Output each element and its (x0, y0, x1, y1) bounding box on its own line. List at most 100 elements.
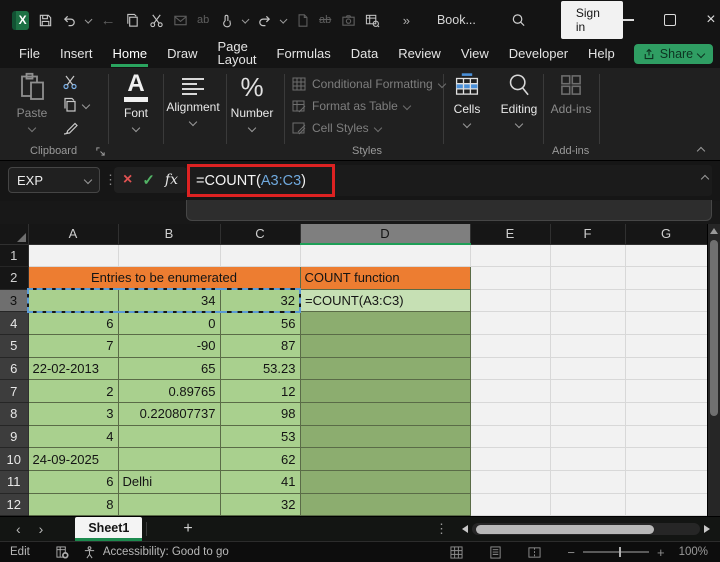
font-button[interactable]: A Font (108, 72, 164, 133)
menu-tab-view[interactable]: View (460, 42, 490, 67)
cell-D10[interactable] (300, 447, 471, 472)
row-header-3[interactable]: 3 (0, 289, 29, 313)
copy-icon[interactable] (125, 13, 140, 28)
cell-G1[interactable] (625, 244, 708, 268)
scroll-left-icon[interactable] (462, 525, 468, 533)
cell-G4[interactable] (625, 311, 708, 336)
menu-tab-developer[interactable]: Developer (508, 42, 569, 67)
cell-C9[interactable]: 53 (220, 425, 301, 449)
name-box[interactable]: EXP (8, 167, 100, 193)
redo-icon[interactable] (257, 13, 272, 28)
cell-D11[interactable] (300, 470, 471, 494)
cell-A4[interactable]: 6 (28, 311, 119, 336)
cell-F2[interactable] (550, 266, 626, 290)
cell-styles-button[interactable]: Cell Styles (292, 121, 445, 135)
vertical-scrollbar[interactable] (707, 224, 720, 516)
cell-G3[interactable] (625, 289, 708, 313)
cell-A10[interactable]: 24-09-2025 (28, 447, 119, 472)
cell-C11[interactable]: 41 (220, 470, 301, 494)
zoom-out-icon[interactable]: − (567, 545, 575, 560)
number-button[interactable]: % Number (224, 72, 280, 133)
paste-dropdown-icon[interactable] (27, 123, 37, 133)
column-header-F[interactable]: F (550, 224, 626, 245)
row-header-12[interactable]: 12 (0, 493, 29, 517)
table-lookup-icon[interactable] (365, 13, 380, 28)
sheet-tab-sheet1[interactable]: Sheet1 (75, 517, 143, 541)
cell-D12[interactable] (300, 493, 471, 517)
cell-D2[interactable]: COUNT function (300, 266, 471, 290)
touch-mode-dropdown-icon[interactable] (241, 15, 250, 25)
menu-tab-file[interactable]: File (18, 42, 41, 67)
cell-E2[interactable] (470, 266, 551, 290)
cell-D6[interactable] (300, 357, 471, 381)
menu-tab-insert[interactable]: Insert (59, 42, 94, 67)
restore-icon[interactable] (664, 14, 677, 26)
format-as-table-button[interactable]: Format as Table (292, 99, 445, 113)
cell-D4[interactable] (300, 311, 471, 336)
cell-D8[interactable] (300, 402, 471, 426)
cell-G5[interactable] (625, 334, 708, 358)
cell-G11[interactable] (625, 470, 708, 494)
close-icon[interactable]: × (706, 12, 715, 28)
row-header-9[interactable]: 9 (0, 425, 29, 449)
enter-entry-icon[interactable]: ✓ (142, 173, 155, 188)
cell-C6[interactable]: 53.23 (220, 357, 301, 381)
vertical-scrollbar-thumb[interactable] (710, 240, 718, 416)
cancel-entry-icon[interactable]: × (123, 172, 132, 188)
add-sheet-icon[interactable]: + (183, 521, 192, 537)
cell-D7[interactable] (300, 379, 471, 404)
cell-A2-merged-header[interactable]: Entries to be enumerated (28, 266, 301, 290)
cell-F12[interactable] (550, 493, 626, 517)
menu-tab-home[interactable]: Home (111, 42, 149, 67)
cell-F10[interactable] (550, 447, 626, 472)
cell-F6[interactable] (550, 357, 626, 381)
cell-G6[interactable] (625, 357, 708, 381)
page-layout-view-icon[interactable] (489, 545, 502, 559)
sign-in-button[interactable]: Sign in (560, 1, 624, 39)
conditional-formatting-button[interactable]: Conditional Formatting (292, 77, 446, 91)
cell-A5[interactable]: 7 (28, 334, 119, 358)
cell-G7[interactable] (625, 379, 708, 404)
search-icon[interactable] (511, 13, 526, 28)
cell-D9[interactable] (300, 425, 471, 449)
page-break-view-icon[interactable] (528, 546, 541, 559)
zoom-in-icon[interactable]: + (657, 545, 665, 560)
undo-icon[interactable] (62, 13, 77, 28)
copy-dropdown-icon[interactable] (81, 100, 91, 110)
normal-view-icon[interactable] (450, 545, 463, 559)
alignment-button[interactable]: Alignment (162, 72, 224, 127)
select-all-corner[interactable] (0, 224, 29, 245)
clipboard-dialog-launcher-icon[interactable] (95, 146, 106, 157)
cell-E11[interactable] (470, 470, 551, 494)
cell-B5[interactable]: -90 (118, 334, 221, 358)
cell-B3[interactable]: 34 (118, 288, 221, 313)
minimize-icon[interactable] (623, 19, 635, 21)
cell-D5[interactable] (300, 334, 471, 358)
cell-F3[interactable] (550, 289, 626, 313)
cell-E9[interactable] (470, 425, 551, 449)
cells-dropdown-icon[interactable] (462, 119, 472, 129)
column-header-C[interactable]: C (220, 224, 301, 245)
column-header-E[interactable]: E (470, 224, 551, 245)
cell-E8[interactable] (470, 402, 551, 426)
menu-tab-data[interactable]: Data (350, 42, 379, 67)
cell-F5[interactable] (550, 334, 626, 358)
row-header-2[interactable]: 2 (0, 266, 29, 290)
cell-G12[interactable] (625, 493, 708, 517)
cell-C5[interactable]: 87 (220, 334, 301, 358)
cell-A12[interactable]: 8 (28, 493, 119, 517)
accessibility-status[interactable]: Accessibility: Good to go (103, 546, 229, 558)
cell-A8[interactable]: 3 (28, 402, 119, 426)
cell-F4[interactable] (550, 311, 626, 336)
cell-E12[interactable] (470, 493, 551, 517)
cut-icon[interactable] (149, 13, 164, 28)
addins-button[interactable]: Add-ins (544, 72, 598, 115)
cell-B7[interactable]: 0.89765 (118, 379, 221, 404)
cell-C7[interactable]: 12 (220, 379, 301, 404)
row-header-1[interactable]: 1 (0, 244, 29, 268)
cell-E5[interactable] (470, 334, 551, 358)
zoom-slider[interactable] (582, 547, 649, 558)
cells-button[interactable]: Cells (440, 72, 494, 129)
row-header-11[interactable]: 11 (0, 470, 29, 494)
insert-function-icon[interactable]: fx (165, 173, 178, 187)
